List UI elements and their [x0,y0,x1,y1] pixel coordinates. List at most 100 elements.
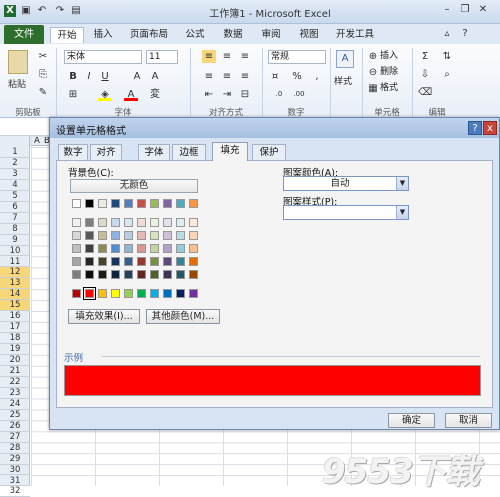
paste-icon[interactable] [8,50,28,74]
color-swatch-standard[interactable] [111,289,120,298]
pattern-style-dropdown[interactable]: ▼ [283,205,409,220]
row-header[interactable]: 31 [0,476,30,487]
color-swatch-shade[interactable] [72,270,81,279]
color-swatch-shade[interactable] [189,244,198,253]
color-swatch-shade[interactable] [176,244,185,253]
color-swatch-shade[interactable] [111,257,120,266]
dialog-tab-font[interactable]: 字体 [138,144,170,160]
align-middle-icon[interactable]: ≡ [220,50,234,63]
color-swatch-shade[interactable] [189,231,198,240]
insert-cells-icon[interactable]: ⊕ [366,50,380,63]
align-top-icon[interactable]: ≡ [202,50,216,63]
color-swatch-standard[interactable] [72,289,81,298]
color-swatch-shade[interactable] [111,231,120,240]
row-header[interactable]: 30 [0,465,30,476]
row-header[interactable]: 9 [0,235,30,246]
color-swatch-shade[interactable] [150,231,159,240]
row-header[interactable]: 11 [0,257,30,268]
color-swatch-shade[interactable] [98,270,107,279]
underline-icon[interactable]: U [98,70,112,83]
color-swatch-shade[interactable] [189,270,198,279]
restore-icon[interactable]: ❐ [458,4,472,16]
decrease-indent-icon[interactable]: ⇤ [202,88,216,101]
color-swatch-standard[interactable] [163,289,172,298]
row-header[interactable]: 7 [0,213,30,224]
color-swatch-standard[interactable] [189,289,198,298]
color-swatch-shade[interactable] [85,244,94,253]
color-swatch-theme[interactable] [176,199,185,208]
row-header[interactable]: 16 [0,311,30,323]
decrease-font-icon[interactable]: A [148,70,162,83]
row-header[interactable]: 20 [0,355,30,366]
font-color-icon[interactable]: A [124,88,138,101]
find-select-icon[interactable]: ⌕ [440,68,454,81]
color-swatch-theme[interactable] [111,199,120,208]
color-swatch-shade[interactable] [124,270,133,279]
excel-app-icon[interactable]: X [4,5,16,17]
color-swatch-shade[interactable] [137,257,146,266]
color-swatch-shade[interactable] [176,218,185,227]
redo-icon[interactable]: ↷ [54,5,66,17]
color-swatch-shade[interactable] [176,231,185,240]
row-header[interactable]: 27 [0,432,30,443]
color-swatch-shade[interactable] [163,218,172,227]
dialog-tab-number[interactable]: 数字 [58,144,88,160]
row-header[interactable]: 10 [0,246,30,257]
tab-data[interactable]: 数据 [218,27,248,43]
color-swatch-shade[interactable] [72,218,81,227]
ok-button[interactable]: 确定 [388,413,435,428]
cut-icon[interactable]: ✂ [36,50,50,63]
copy-icon[interactable]: ⎘ [36,68,50,81]
color-swatch-shade[interactable] [85,270,94,279]
row-header[interactable]: 5 [0,191,30,202]
insert-cells-label[interactable]: 插入 [380,50,398,63]
chevron-down-icon[interactable]: ▼ [396,206,408,219]
color-swatch-standard[interactable] [176,289,185,298]
color-swatch-shade[interactable] [72,244,81,253]
delete-cells-icon[interactable]: ⊖ [366,66,380,79]
save-icon[interactable]: ▣ [20,5,32,17]
delete-cells-label[interactable]: 删除 [380,66,398,79]
row-header[interactable]: 22 [0,377,30,388]
fill-down-icon[interactable]: ⇩ [418,68,432,81]
currency-icon[interactable]: ¤ [268,70,282,83]
color-swatch-shade[interactable] [85,231,94,240]
align-bottom-icon[interactable]: ≡ [238,50,252,63]
italic-icon[interactable]: I [82,70,96,83]
tab-page-layout[interactable]: 页面布局 [124,27,174,43]
color-swatch-shade[interactable] [72,231,81,240]
row-header[interactable]: 13 [0,278,30,290]
phonetic-icon[interactable]: 変 [148,88,162,101]
row-header[interactable]: 15 [0,300,30,312]
color-swatch-theme[interactable] [137,199,146,208]
tab-home[interactable]: 开始 [50,27,84,43]
color-swatch-shade[interactable] [98,218,107,227]
font-name-box[interactable]: 宋体 [64,50,142,64]
color-swatch-shade[interactable] [124,218,133,227]
color-swatch-standard[interactable] [137,289,146,298]
color-swatch-standard[interactable] [98,289,107,298]
align-center-icon[interactable]: ≡ [220,70,234,83]
color-swatch-shade[interactable] [137,244,146,253]
row-header[interactable]: 12 [0,267,30,279]
help-icon[interactable]: ? [458,28,472,40]
color-swatch-shade[interactable] [189,218,198,227]
color-swatch-shade[interactable] [98,231,107,240]
chevron-down-icon[interactable]: ▼ [396,177,408,190]
row-header[interactable]: 28 [0,443,30,454]
fill-effects-button[interactable]: 填充效果(I)... [68,309,140,324]
tab-insert[interactable]: 插入 [88,27,118,43]
row-header[interactable]: 21 [0,366,30,377]
row-header[interactable]: 1 [0,147,30,158]
color-swatch-shade[interactable] [98,257,107,266]
fill-color-icon[interactable]: ◈ [98,88,112,101]
close-window-icon[interactable]: ✕ [476,4,490,16]
comma-icon[interactable]: , [310,70,324,83]
color-swatch-shade[interactable] [124,257,133,266]
clear-icon[interactable]: ⌫ [418,86,432,99]
color-swatch-theme[interactable] [163,199,172,208]
row-header[interactable]: 29 [0,454,30,465]
color-swatch-shade[interactable] [124,231,133,240]
styles-label[interactable]: 样式 [334,74,352,87]
dialog-tab-protection[interactable]: 保护 [252,144,286,160]
